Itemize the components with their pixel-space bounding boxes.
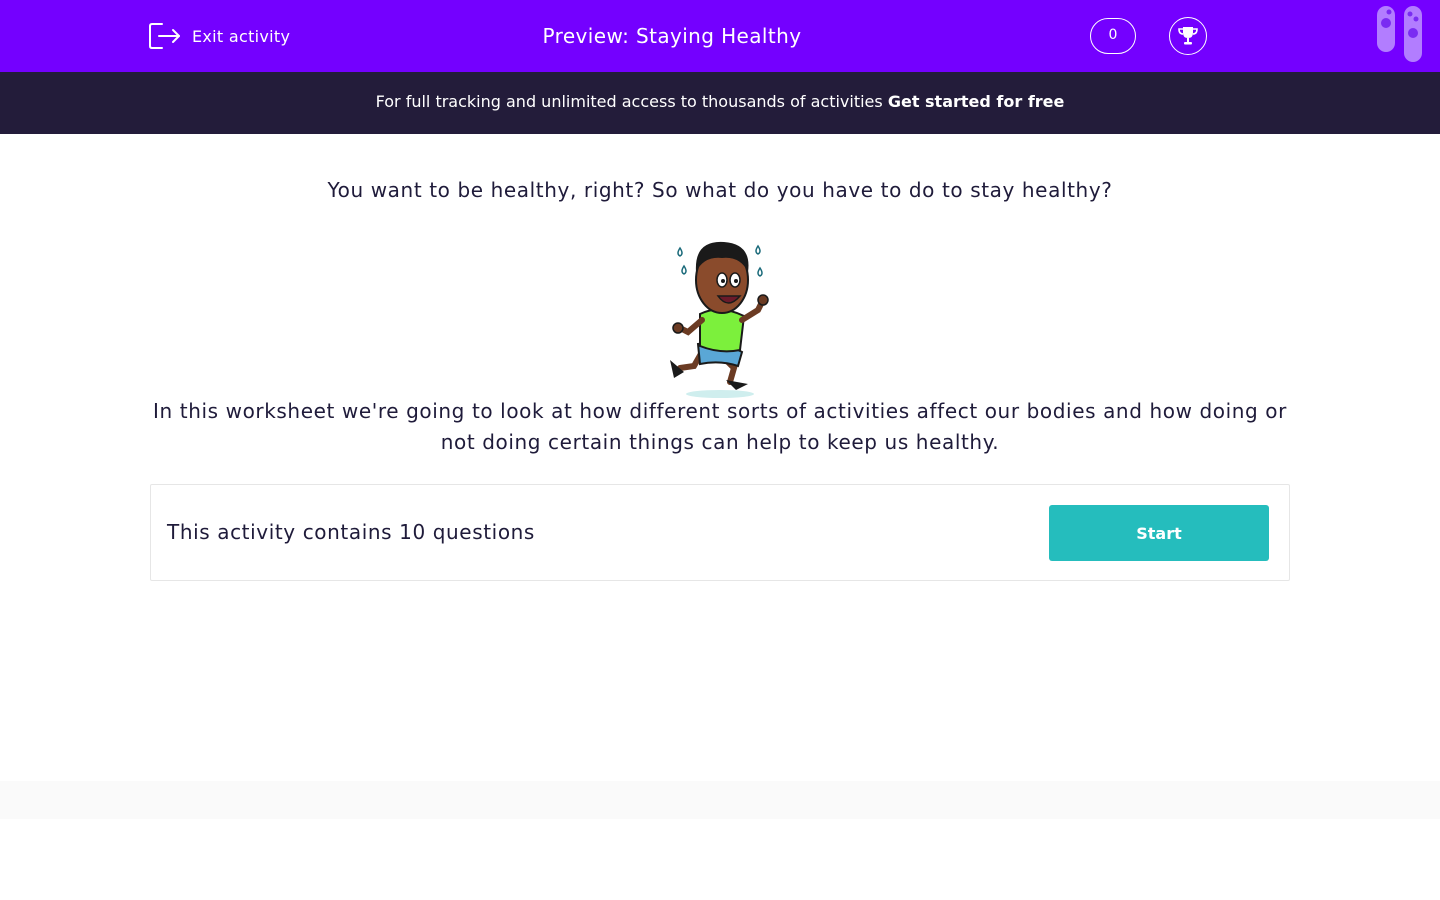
logo-icon (1377, 6, 1422, 62)
banner-text: For full tracking and unlimited access t… (375, 92, 883, 111)
start-button[interactable]: Start (1049, 505, 1269, 561)
running-boy-illustration (670, 241, 769, 398)
trophy-icon (1178, 27, 1198, 45)
activity-card: This activity contains 10 questions Star… (150, 484, 1290, 581)
intro-question: You want to be healthy, right? So what d… (327, 178, 1113, 202)
get-started-link[interactable]: Get started for free (888, 92, 1065, 111)
top-bar: Exit activity Preview: Staying Healthy 0 (0, 0, 1440, 72)
page-title: Preview: Staying Healthy (542, 24, 802, 48)
upgrade-banner: For full tracking and unlimited access t… (0, 72, 1440, 134)
footer-strip (0, 781, 1440, 819)
question-count: This activity contains 10 questions (167, 520, 535, 544)
trophy-button[interactable] (1169, 17, 1207, 55)
worksheet-description: In this worksheet we're going to look at… (153, 399, 1287, 454)
score-badge: 0 (1090, 18, 1136, 54)
